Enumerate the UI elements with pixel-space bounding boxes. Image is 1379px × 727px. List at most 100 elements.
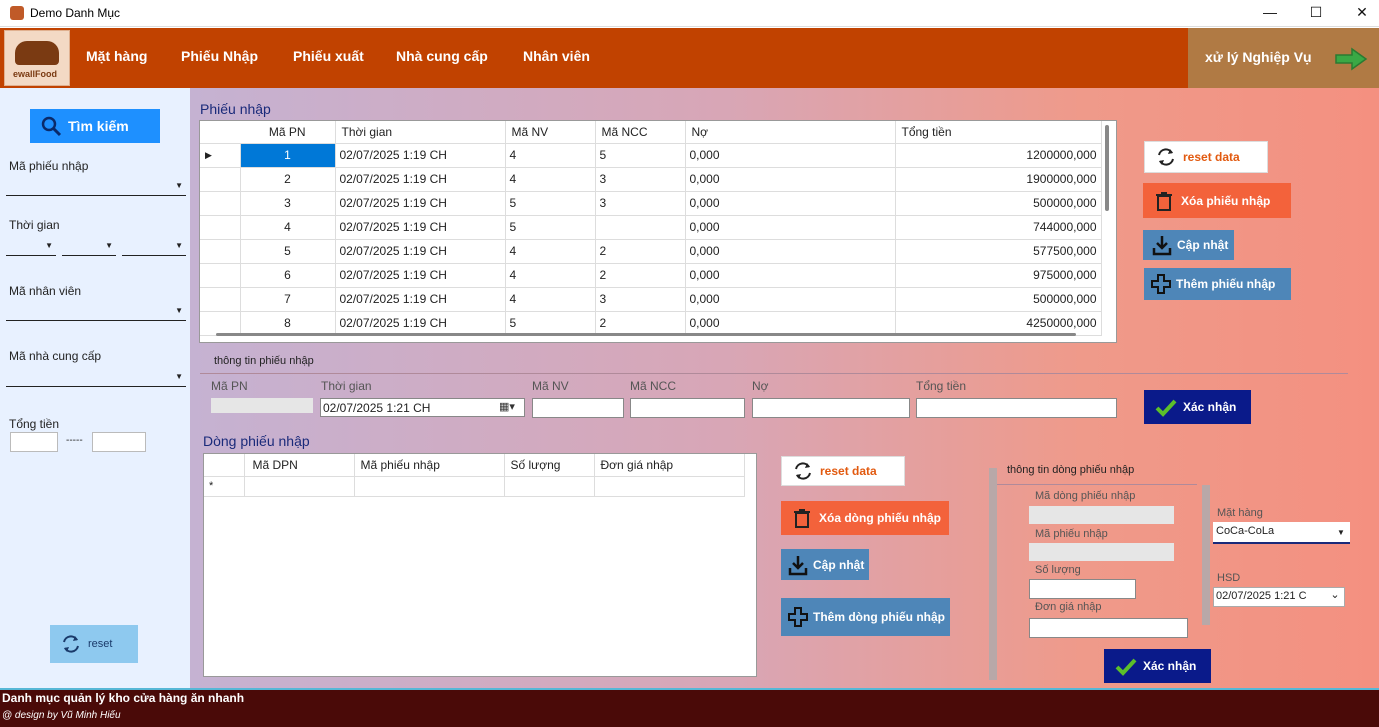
table-row[interactable]: 6 02/07/2025 1:19 CH 4 2 0,000 975000,000 <box>200 263 1102 288</box>
table-cell[interactable]: 02/07/2025 1:19 CH <box>335 239 506 264</box>
table-cell[interactable]: 02/07/2025 1:19 CH <box>335 215 506 240</box>
table-cell[interactable]: 02/07/2025 1:19 CH <box>335 191 506 216</box>
table-cell[interactable]: 1900000,000 <box>895 167 1102 192</box>
col-header[interactable]: Mã NV <box>505 121 596 144</box>
tong-tien-max-input[interactable] <box>92 432 146 452</box>
table-cell[interactable]: 577500,000 <box>895 239 1102 264</box>
dong-update-button[interactable]: Cập nhật <box>781 549 869 580</box>
dong-reset-button[interactable]: reset data <box>781 456 905 486</box>
no-input[interactable] <box>752 398 910 418</box>
tong-tien-input[interactable] <box>916 398 1117 418</box>
table-cell[interactable]: 500000,000 <box>895 191 1102 216</box>
row-header[interactable] <box>200 239 241 264</box>
table-cell[interactable]: 02/07/2025 1:19 CH <box>335 311 506 336</box>
tong-tien-min-input[interactable] <box>10 432 58 452</box>
horizontal-scrollbar[interactable] <box>216 333 1076 336</box>
col-header[interactable]: Mã PN <box>240 121 336 144</box>
col-header[interactable]: Mã DPN <box>244 454 355 477</box>
row-header[interactable] <box>200 263 241 288</box>
calendar-icon[interactable]: ▦▾ <box>499 400 515 413</box>
table-cell[interactable]: 3 <box>595 167 686 192</box>
table-cell[interactable]: 500000,000 <box>895 287 1102 312</box>
table-cell[interactable]: 2 <box>595 311 686 336</box>
table-cell[interactable]: 5 <box>240 239 336 264</box>
delete-dong-button[interactable]: Xóa dòng phiếu nhập <box>781 501 949 535</box>
delete-phieu-button[interactable]: Xóa phiếu nhập <box>1143 183 1291 218</box>
table-cell[interactable] <box>244 476 355 497</box>
table-cell[interactable] <box>354 476 505 497</box>
table-cell[interactable] <box>595 215 686 240</box>
search-button[interactable]: Tìm kiếm <box>30 109 160 143</box>
table-cell[interactable]: 3 <box>595 191 686 216</box>
table-row[interactable]: 7 02/07/2025 1:19 CH 4 3 0,000 500000,000 <box>200 287 1102 312</box>
vertical-scrollbar[interactable] <box>1105 125 1109 211</box>
add-phieu-button[interactable]: Thêm phiếu nhập <box>1144 268 1291 300</box>
table-cell[interactable]: 0,000 <box>685 167 896 192</box>
table-cell[interactable]: 2 <box>595 263 686 288</box>
table-row[interactable]: ▶ 1 02/07/2025 1:19 CH 4 5 0,000 1200000,000 <box>200 143 1102 168</box>
menu-item-phieu-xuat[interactable]: Phiếu xuất <box>293 48 364 64</box>
table-cell[interactable]: 4 <box>505 143 596 168</box>
table-cell[interactable]: 0,000 <box>685 287 896 312</box>
table-cell[interactable]: 1200000,000 <box>895 143 1102 168</box>
col-header[interactable]: Tổng tiền <box>895 121 1102 144</box>
table-cell[interactable]: 0,000 <box>685 191 896 216</box>
table-cell[interactable]: 0,000 <box>685 263 896 288</box>
left-reset-button[interactable]: reset <box>50 625 138 663</box>
thoi-gian-picker[interactable]: 02/07/2025 1:21 CH ▦▾ <box>320 398 525 417</box>
table-cell[interactable]: 02/07/2025 1:19 CH <box>335 143 506 168</box>
close-button[interactable]: ✕ <box>1339 0 1379 27</box>
row-header[interactable] <box>200 167 241 192</box>
table-cell[interactable]: 4 <box>505 263 596 288</box>
table-cell[interactable]: 7 <box>240 287 336 312</box>
col-header[interactable]: Số lượng <box>504 454 595 477</box>
table-cell[interactable]: 4 <box>505 167 596 192</box>
menu-item-phieu-nhap[interactable]: Phiếu Nhập <box>181 48 258 64</box>
row-header[interactable] <box>200 287 241 312</box>
ma-ncc-combo[interactable]: ▼ <box>6 367 186 387</box>
reset-data-button[interactable]: reset data <box>1144 141 1268 173</box>
table-row-new[interactable]: * <box>204 476 745 497</box>
table-cell[interactable]: 975000,000 <box>895 263 1102 288</box>
col-header[interactable]: Mã NCC <box>595 121 686 144</box>
table-cell[interactable]: 5 <box>505 215 596 240</box>
so-luong-input[interactable] <box>1029 579 1136 599</box>
table-cell[interactable]: 4 <box>240 215 336 240</box>
hsd-picker[interactable]: 02/07/2025 1:21 C ⌄ <box>1213 587 1345 607</box>
ma-phieu-nhap-combo[interactable]: ▼ <box>6 176 186 196</box>
table-cell[interactable]: 0,000 <box>685 239 896 264</box>
maximize-button[interactable]: ☐ <box>1293 0 1339 27</box>
table-row[interactable]: 2 02/07/2025 1:19 CH 4 3 0,000 1900000,000 <box>200 167 1102 192</box>
ma-ncc-input[interactable] <box>630 398 745 418</box>
table-cell[interactable]: 4 <box>505 287 596 312</box>
table-cell[interactable]: 5 <box>595 143 686 168</box>
chevron-down-icon[interactable]: ⌄ <box>1326 588 1344 606</box>
row-header[interactable] <box>200 215 241 240</box>
ma-nv-input[interactable] <box>532 398 624 418</box>
table-cell[interactable]: 1 <box>240 143 336 168</box>
row-header[interactable] <box>200 191 241 216</box>
table-cell[interactable]: 5 <box>505 191 596 216</box>
mat-hang-combo[interactable]: CoCa-CoLa ▼ <box>1213 522 1350 544</box>
business-menu[interactable]: xử lý Nghiệp Vụ <box>1188 28 1379 88</box>
table-cell[interactable]: 2 <box>240 167 336 192</box>
table-row[interactable]: 8 02/07/2025 1:19 CH 5 2 0,000 4250000,000 <box>200 311 1102 336</box>
col-header[interactable]: Đơn giá nhập <box>594 454 745 477</box>
table-cell[interactable]: 8 <box>240 311 336 336</box>
col-header[interactable]: Thời gian <box>335 121 506 144</box>
update-button[interactable]: Cập nhật <box>1143 230 1234 260</box>
confirm-dong-button[interactable]: Xác nhận <box>1104 649 1211 683</box>
table-cell[interactable]: 6 <box>240 263 336 288</box>
table-cell[interactable]: 5 <box>505 311 596 336</box>
month-combo[interactable]: ▼ <box>62 236 116 256</box>
phieu-nhap-grid[interactable]: Mã PN Thời gian Mã NV Mã NCC Nợ Tổng tiề… <box>199 120 1117 343</box>
table-row[interactable]: 5 02/07/2025 1:19 CH 4 2 0,000 577500,000 <box>200 239 1102 264</box>
menu-item-nhan-vien[interactable]: Nhân viên <box>523 48 590 64</box>
table-cell[interactable]: 4 <box>505 239 596 264</box>
table-cell[interactable]: 3 <box>240 191 336 216</box>
table-cell[interactable]: 3 <box>595 287 686 312</box>
day-combo[interactable]: ▼ <box>6 236 56 256</box>
don-gia-input[interactable] <box>1029 618 1188 638</box>
table-cell[interactable]: 0,000 <box>685 311 896 336</box>
table-cell[interactable]: 02/07/2025 1:19 CH <box>335 167 506 192</box>
